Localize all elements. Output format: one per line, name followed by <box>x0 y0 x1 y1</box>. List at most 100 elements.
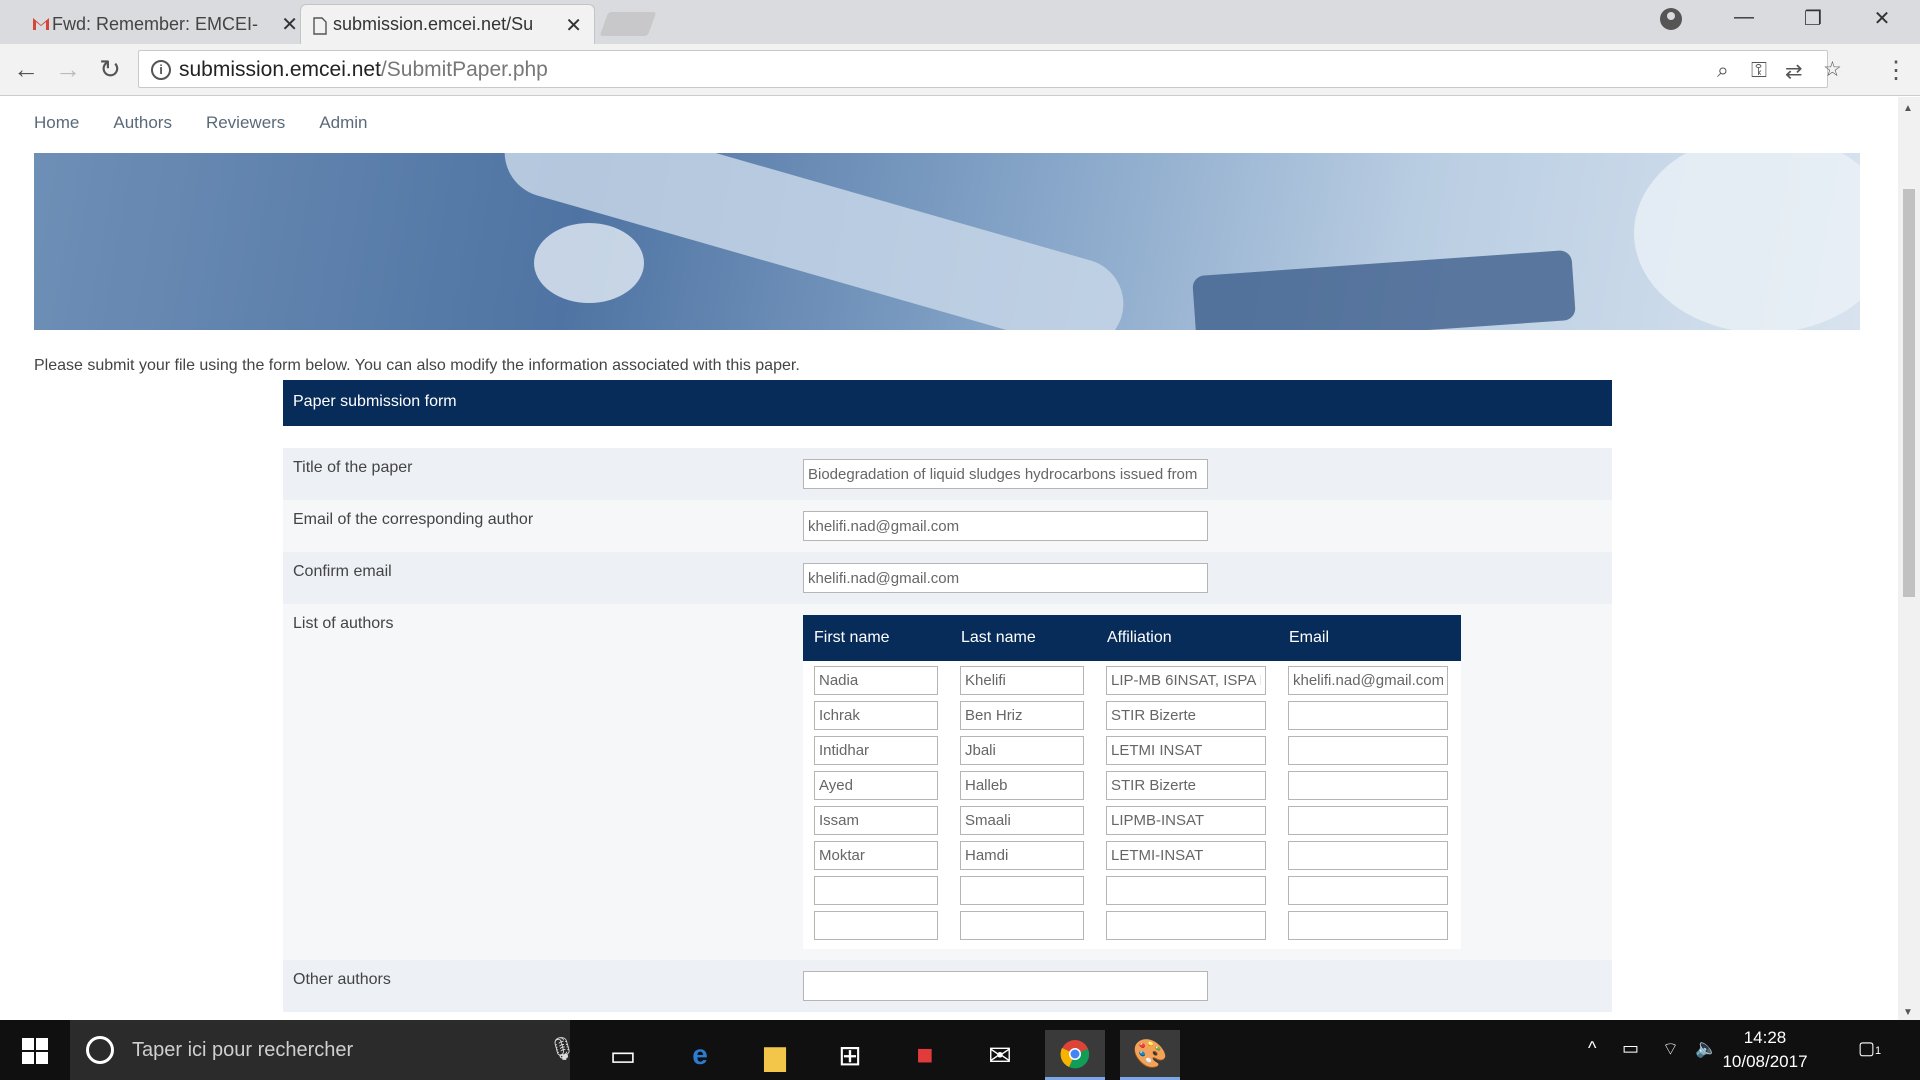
confirm-email-label: Confirm email <box>293 563 392 580</box>
back-icon[interactable]: ← <box>10 54 42 85</box>
search-placeholder: Taper ici pour rechercher <box>132 1039 354 1061</box>
info-icon[interactable]: i <box>151 60 171 80</box>
translate-icon[interactable]: ⇄ <box>1785 59 1803 84</box>
last-name-input[interactable] <box>960 911 1084 940</box>
volume-icon[interactable]: 🔈 <box>1695 1038 1717 1059</box>
last-name-input[interactable] <box>960 841 1084 870</box>
address-bar[interactable]: i submission.emcei.net/SubmitPaper.php ⌕… <box>138 50 1842 88</box>
table-row <box>803 873 1461 908</box>
clock[interactable]: 14:28 10/08/2017 <box>1720 1026 1810 1074</box>
affiliation-input[interactable] <box>1106 806 1266 835</box>
authors-row: List of authors First name Last name Aff… <box>283 604 1612 960</box>
wifi-icon[interactable]: ⌔ <box>1662 1038 1679 1061</box>
first-name-input[interactable] <box>814 806 938 835</box>
affiliation-input[interactable] <box>1106 841 1266 870</box>
forward-icon[interactable]: → <box>52 54 84 85</box>
gmail-icon <box>32 16 49 32</box>
column-header: Last name <box>961 629 1036 646</box>
authors-table: First name Last name Affiliation Email <box>803 615 1461 949</box>
tab-gmail[interactable]: Fwd: Remember: EMCEI- ✕ <box>20 4 310 44</box>
last-name-input[interactable] <box>960 771 1084 800</box>
profile-icon[interactable] <box>1660 8 1682 30</box>
intro-text: Please submit your file using the form b… <box>34 357 800 374</box>
nav-home[interactable]: Home <box>34 113 79 133</box>
nav-reviewers[interactable]: Reviewers <box>206 113 285 133</box>
menu-icon[interactable]: ⋮ <box>1884 56 1908 85</box>
author-email-input[interactable] <box>1288 876 1448 905</box>
author-email-input[interactable] <box>1288 841 1448 870</box>
authors-label: List of authors <box>293 615 394 632</box>
table-row <box>803 733 1461 768</box>
affiliation-input[interactable] <box>1106 771 1266 800</box>
notification-icon[interactable]: ▢1 <box>1858 1038 1881 1059</box>
title-label: Title of the paper <box>293 459 413 476</box>
mail-icon[interactable]: ✉ <box>970 1030 1030 1080</box>
close-icon[interactable]: ✕ <box>565 13 582 38</box>
author-email-input[interactable] <box>1288 911 1448 940</box>
restore-icon[interactable]: ❐ <box>1793 6 1833 31</box>
paper-submission-form: Paper submission form Title of the paper… <box>283 380 1612 1012</box>
first-name-input[interactable] <box>814 736 938 765</box>
confirm-email-input[interactable] <box>803 563 1208 593</box>
author-email-input[interactable] <box>1288 701 1448 730</box>
scroll-down-icon[interactable]: ▼ <box>1903 1007 1913 1018</box>
minimize-icon[interactable]: — <box>1724 6 1764 29</box>
cortana-icon[interactable] <box>86 1036 114 1064</box>
new-tab-button[interactable] <box>599 12 657 36</box>
zoom-icon[interactable]: ⌕ <box>1717 59 1729 83</box>
scrollbar-thumb[interactable] <box>1903 189 1915 597</box>
page-scrollbar[interactable]: ▲ ▼ <box>1898 97 1920 1020</box>
last-name-input[interactable] <box>960 876 1084 905</box>
taskbar-search[interactable]: Taper ici pour rechercher 🎙 <box>70 1020 576 1080</box>
file-explorer-icon[interactable]: ▆ <box>745 1030 805 1080</box>
gift-icon[interactable]: ■ <box>895 1030 955 1080</box>
clock-time: 14:28 <box>1743 1028 1787 1047</box>
first-name-input[interactable] <box>814 911 938 940</box>
affiliation-input[interactable] <box>1106 876 1266 905</box>
affiliation-input[interactable] <box>1106 911 1266 940</box>
author-email-input[interactable] <box>1288 666 1448 695</box>
scroll-up-icon[interactable]: ▲ <box>1903 103 1913 114</box>
author-email-input[interactable] <box>1288 736 1448 765</box>
first-name-input[interactable] <box>814 841 938 870</box>
column-header: First name <box>814 629 890 646</box>
affiliation-input[interactable] <box>1106 666 1266 695</box>
last-name-input[interactable] <box>960 666 1084 695</box>
edge-icon[interactable]: e <box>670 1030 730 1080</box>
title-input[interactable] <box>803 459 1208 489</box>
other-authors-input[interactable] <box>803 971 1208 1001</box>
windows-start-icon[interactable] <box>22 1038 48 1064</box>
title-row: Title of the paper <box>283 448 1612 500</box>
nav-admin[interactable]: Admin <box>319 113 367 133</box>
microphone-icon[interactable]: 🎙 <box>548 1036 576 1062</box>
first-name-input[interactable] <box>814 701 938 730</box>
first-name-input[interactable] <box>814 666 938 695</box>
affiliation-input[interactable] <box>1106 736 1266 765</box>
battery-icon[interactable]: ▭ <box>1622 1038 1639 1059</box>
tab-title: Fwd: Remember: EMCEI- <box>52 13 259 34</box>
url-text[interactable]: submission.emcei.net/SubmitPaper.php <box>179 58 548 82</box>
tab-submission[interactable]: submission.emcei.net/Su ✕ <box>300 4 595 44</box>
affiliation-input[interactable] <box>1106 701 1266 730</box>
email-input[interactable] <box>803 511 1208 541</box>
paint-icon[interactable]: 🎨 <box>1120 1030 1180 1080</box>
store-icon[interactable]: ⊞ <box>820 1030 880 1080</box>
author-email-input[interactable] <box>1288 806 1448 835</box>
last-name-input[interactable] <box>960 806 1084 835</box>
reload-icon[interactable]: ↻ <box>94 54 126 85</box>
last-name-input[interactable] <box>960 736 1084 765</box>
close-window-icon[interactable]: ✕ <box>1862 6 1902 31</box>
chrome-icon[interactable] <box>1045 1030 1105 1080</box>
task-view-icon[interactable]: ▭ <box>593 1030 653 1080</box>
first-name-input[interactable] <box>814 771 938 800</box>
last-name-input[interactable] <box>960 701 1084 730</box>
table-row <box>803 838 1461 873</box>
star-icon[interactable]: ☆ <box>1823 57 1842 82</box>
key-icon[interactable]: ⚿ <box>1751 59 1767 83</box>
chevron-up-icon[interactable]: ^ <box>1588 1038 1596 1059</box>
other-authors-label: Other authors <box>293 971 391 988</box>
nav-authors[interactable]: Authors <box>113 113 172 133</box>
author-email-input[interactable] <box>1288 771 1448 800</box>
close-icon[interactable]: ✕ <box>281 12 298 37</box>
first-name-input[interactable] <box>814 876 938 905</box>
